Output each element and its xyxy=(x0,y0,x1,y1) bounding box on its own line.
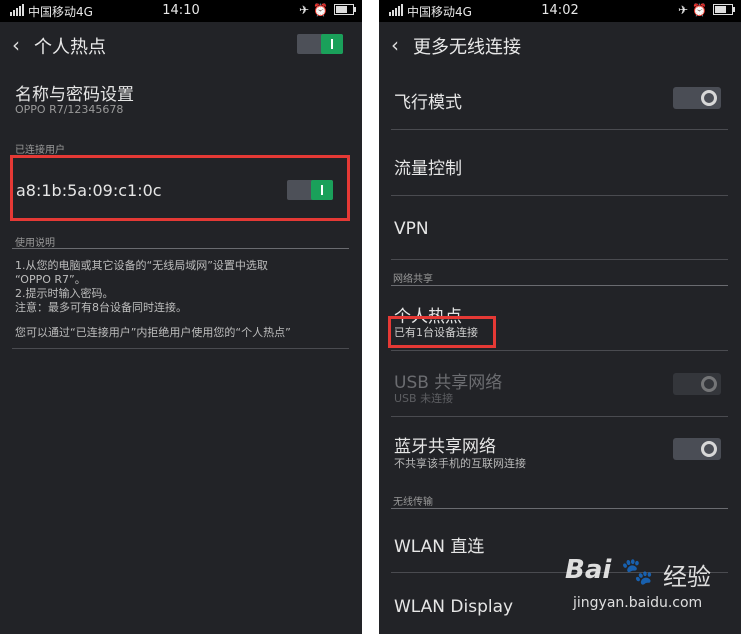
divider xyxy=(391,416,728,417)
watermark-brand-cn: 经验 xyxy=(663,563,711,591)
usage-line-2: “OPPO R7”。 xyxy=(15,273,86,286)
battery-icon xyxy=(713,4,735,15)
usage-section: 使用说明 xyxy=(15,238,55,249)
alarm-icon: ⏰ xyxy=(313,3,332,17)
divider xyxy=(391,259,728,260)
page-title: 个人热点 xyxy=(34,37,106,58)
status-bar: 中国移动4G 14:02 ✈⏰ xyxy=(379,0,741,22)
wlan-display-item[interactable]: WLAN Display xyxy=(394,597,513,617)
status-icons: ✈⏰ xyxy=(677,3,735,17)
mute-icon: ✈ xyxy=(298,3,314,17)
divider xyxy=(391,195,728,196)
wireless-transfer-section: 无线传输 xyxy=(393,497,433,508)
divider xyxy=(391,508,728,509)
bluetooth-tethering-status: 不共享该手机的互联网连接 xyxy=(394,457,526,470)
highlight-box xyxy=(10,155,350,221)
connected-users-section: 已连接用户 xyxy=(15,145,65,156)
back-arrow-icon[interactable]: ‹ xyxy=(12,33,20,57)
status-bar: 中国移动4G 14:10 ✈⏰ xyxy=(0,0,362,22)
alarm-icon: ⏰ xyxy=(692,3,711,17)
bluetooth-tethering-toggle[interactable] xyxy=(673,438,721,460)
title-bar: ‹ 个人热点 xyxy=(0,22,362,68)
left-screen: 中国移动4G 14:10 ✈⏰ ‹ 个人热点 名称与密码设置 OPPO R7/1… xyxy=(0,0,362,634)
usb-tethering-status: USB 未连接 xyxy=(394,392,454,405)
usage-line-3: 2.提示时输入密码。 xyxy=(15,287,114,300)
watermark-brand: Bai xyxy=(565,555,612,585)
traffic-control-item[interactable]: 流量控制 xyxy=(394,154,462,179)
title-bar: ‹ 更多无线连接 xyxy=(379,22,741,68)
right-screen: 中国移动4G 14:02 ✈⏰ ‹ 更多无线连接 飞行模式 流量控制 VPN 网… xyxy=(379,0,741,634)
page-title: 更多无线连接 xyxy=(413,37,521,58)
back-arrow-icon[interactable]: ‹ xyxy=(391,33,399,57)
usage-line-1: 1.从您的电脑或其它设备的“无线局域网”设置中选取 xyxy=(15,259,268,272)
divider xyxy=(391,285,728,286)
divider xyxy=(391,129,728,130)
baidu-jingyan-watermark: Bai 🐾 经验 jingyan.baidu.com xyxy=(565,555,735,625)
ssid-password-value: OPPO R7/12345678 xyxy=(15,103,124,116)
highlight-box xyxy=(388,316,496,348)
usage-line-5: 您可以通过“已连接用户”内拒绝用户使用您的“个人热点” xyxy=(15,326,291,339)
bluetooth-tethering-label[interactable]: 蓝牙共享网络 xyxy=(394,432,496,457)
divider xyxy=(12,248,349,249)
network-sharing-section: 网络共享 xyxy=(393,274,433,285)
status-icons: ✈⏰ xyxy=(298,3,356,17)
airplane-mode-toggle[interactable] xyxy=(673,87,721,109)
paw-icon: 🐾 xyxy=(621,557,654,587)
usb-tethering-toggle xyxy=(673,373,721,395)
divider xyxy=(391,350,728,351)
mute-icon: ✈ xyxy=(677,3,693,17)
battery-icon xyxy=(334,4,356,15)
divider xyxy=(12,348,349,349)
name-password-setting[interactable]: 名称与密码设置 xyxy=(15,80,134,105)
watermark-url: jingyan.baidu.com xyxy=(573,595,703,611)
hotspot-master-toggle[interactable] xyxy=(297,34,343,54)
usage-line-4: 注意：最多可有8台设备同时连接。 xyxy=(15,301,187,314)
airplane-mode-label[interactable]: 飞行模式 xyxy=(394,88,462,113)
wlan-direct-item[interactable]: WLAN 直连 xyxy=(394,532,484,557)
vpn-item[interactable]: VPN xyxy=(394,219,429,239)
